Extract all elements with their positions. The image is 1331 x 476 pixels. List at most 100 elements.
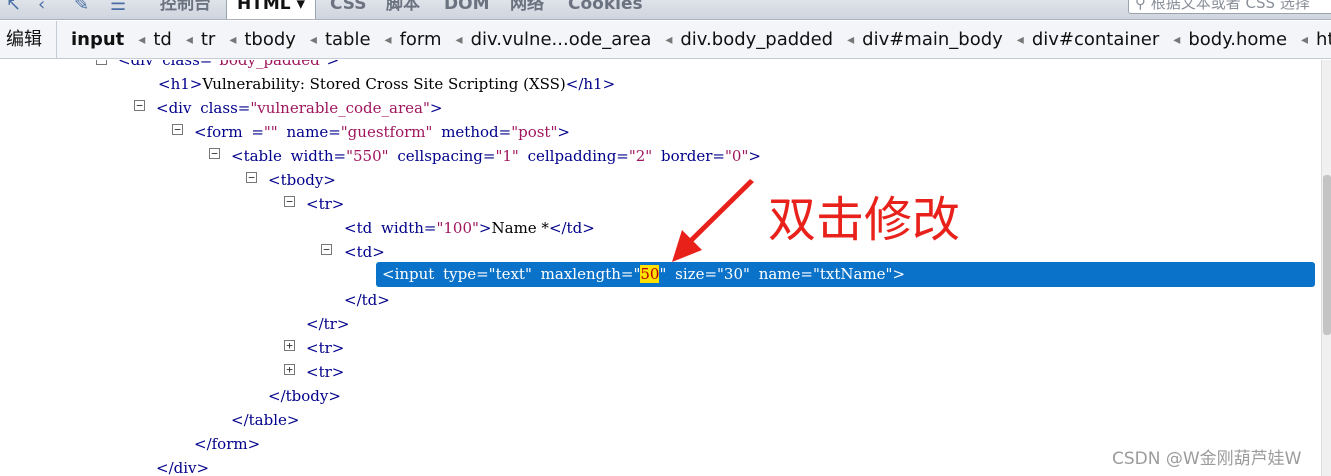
tree-node-div-body-padded[interactable]: <div class="body_padded"> [118,60,339,72]
expand-toggle-icon[interactable]: + [284,364,295,375]
breadcrumb-item-body-home[interactable]: ◂ body.home [1173,29,1287,50]
breadcrumb-label: table [324,29,371,50]
breadcrumb-separator-icon: ◂ [384,31,392,48]
attr-name: name= [758,265,813,283]
collapse-toggle-icon[interactable]: − [284,196,295,207]
input-node-line: <input type="text" maxlength="50" size="… [382,262,905,286]
breadcrumb-item-div-main-body[interactable]: ◂ div#main_body [847,29,1003,50]
expand-toggle-icon[interactable]: + [284,340,295,351]
vertical-scrollbar[interactable] [1321,60,1331,476]
tag-open: <tr> [306,195,345,213]
search-icon: ⚲ [1135,0,1146,12]
attr-value: "vulnerable_code_area" [250,99,430,117]
maxlength-value-editable[interactable]: 50 [640,265,660,283]
collapse-toggle-icon[interactable]: − [134,100,145,111]
tree-node-h1[interactable]: <h1>Vulnerability: Stored Cross Site Scr… [158,72,615,96]
attr-value: "100" [436,219,479,237]
tag-end: > [557,123,570,141]
tree-node-tr[interactable]: <tr> [306,192,344,216]
tree-node-td-name[interactable]: <td width="100">Name *</td> [344,216,595,240]
attr-value: "30" [717,265,750,283]
back-chevron-icon[interactable]: ‹ [38,0,45,15]
tree-node-tbody[interactable]: <tbody> [268,168,336,192]
breadcrumb-item-tr[interactable]: ◂ tr [186,29,216,50]
breadcrumb-item-table[interactable]: ◂ table [310,29,371,50]
tree-node-tbody-close: </tbody> [268,384,341,408]
tab-script[interactable]: 脚本 [378,0,428,19]
tree-node-tr-collapsed[interactable]: <tr> [306,360,344,384]
edit-button[interactable]: 编辑 [0,20,57,59]
breadcrumb-separator-icon: ◂ [309,31,317,48]
breadcrumb-label: tbody [244,29,296,50]
tree-node-td-close: </td> [344,288,390,312]
collapse-toggle-icon[interactable]: − [246,172,257,183]
attr-name: method= [441,123,512,141]
tab-html[interactable]: HTML ▾ [226,0,317,19]
attr-name: cellspacing= [397,147,496,165]
tree-node-form[interactable]: <form ="" name="guestform" method="post"… [194,120,570,144]
attr-value: "text" [488,265,532,283]
breadcrumb-item-td[interactable]: ◂ td [138,29,172,50]
breadcrumb-separator-icon: ◂ [847,31,855,48]
tree-node-input-selected[interactable]: <input type="text" maxlength="50" size="… [376,262,1315,287]
tag-open: <td [344,219,373,237]
breadcrumb-item-tbody[interactable]: ◂ tbody [229,29,296,50]
attr-value: "guestform" [340,123,433,141]
tab-cookies[interactable]: Cookies [560,0,651,19]
tree-node-td[interactable]: <td> [344,240,385,264]
breadcrumb-separator-icon: ◂ [455,31,463,48]
pencil-icon[interactable]: ✎ [74,0,89,15]
watermark: CSDN @W金刚葫芦娃W [1112,449,1302,469]
breadcrumb-label: form [399,29,442,50]
search-input[interactable]: ⚲ 根据文本或者 CSS 选择 [1128,0,1331,14]
tag-open: <div [118,60,154,69]
breadcrumb-label: body.home [1188,29,1288,50]
collapse-toggle-icon[interactable]: − [96,60,107,65]
tab-css[interactable]: CSS [322,0,375,19]
collapse-toggle-icon[interactable]: − [209,148,220,159]
attr-quote: " [659,265,667,283]
node-text: Name * [491,219,549,237]
attr-name: width= [290,147,347,165]
attr-value: "post" [511,123,558,141]
tag-open: <div [156,99,192,117]
breadcrumb-separator-icon: ◂ [138,31,146,48]
tag-open: <td> [344,243,385,261]
breadcrumb-item-div-vulnerable[interactable]: ◂ div.vulne...ode_area [456,29,652,50]
collapse-toggle-icon[interactable]: − [172,124,183,135]
breadcrumb-label: td [153,29,172,50]
tree-node-tr-collapsed[interactable]: <tr> [306,336,344,360]
breadcrumb-separator-icon: ◂ [1016,31,1024,48]
scrollbar-thumb[interactable] [1323,175,1331,335]
search-placeholder: 根据文本或者 CSS 选择 [1150,0,1310,12]
tag-open: <table [231,147,282,165]
attr-name: width= [380,219,437,237]
tab-dom[interactable]: DOM [436,0,497,19]
node-text: Vulnerability: Stored Cross Site Scripti… [202,75,566,93]
breadcrumb-separator-icon: ◂ [185,31,193,48]
breadcrumb-label: tr [200,29,216,50]
breadcrumb-separator-icon: ◂ [229,31,237,48]
breadcrumb-separator-icon: ◂ [665,31,673,48]
attr-name: = [251,123,264,141]
breadcrumb-label: html [1316,29,1331,50]
breadcrumb-item-form[interactable]: ◂ form [385,29,442,50]
tag-close: </h1> [565,75,616,93]
attr-name: class= [200,99,251,117]
breadcrumb-item-html[interactable]: ◂ html [1301,29,1331,50]
breadcrumb-item-div-container[interactable]: ◂ div#container [1017,29,1159,50]
tag-end: > [748,147,761,165]
tab-console[interactable]: 控制台 [152,0,219,19]
collapse-toggle-icon[interactable]: − [321,244,332,255]
breadcrumb-item-div-body-padded[interactable]: ◂ div.body_padded [665,29,833,50]
breadcrumb-item-input[interactable]: input [71,29,124,50]
tab-net[interactable]: 网络 [502,0,552,19]
tag-end: > [478,219,492,237]
tree-node-table[interactable]: <table width="550" cellspacing="1" cellp… [231,144,761,168]
tree-node-div-close: </div> [156,456,209,476]
tree-node-tr-close: </tr> [306,312,349,336]
inspect-arrow-icon[interactable]: ↖ [6,0,21,15]
tag-close: </tr> [306,315,350,333]
tree-node-div-vulnerable[interactable]: <div class="vulnerable_code_area"> [156,96,442,120]
list-icon[interactable]: ☰ [110,0,126,15]
